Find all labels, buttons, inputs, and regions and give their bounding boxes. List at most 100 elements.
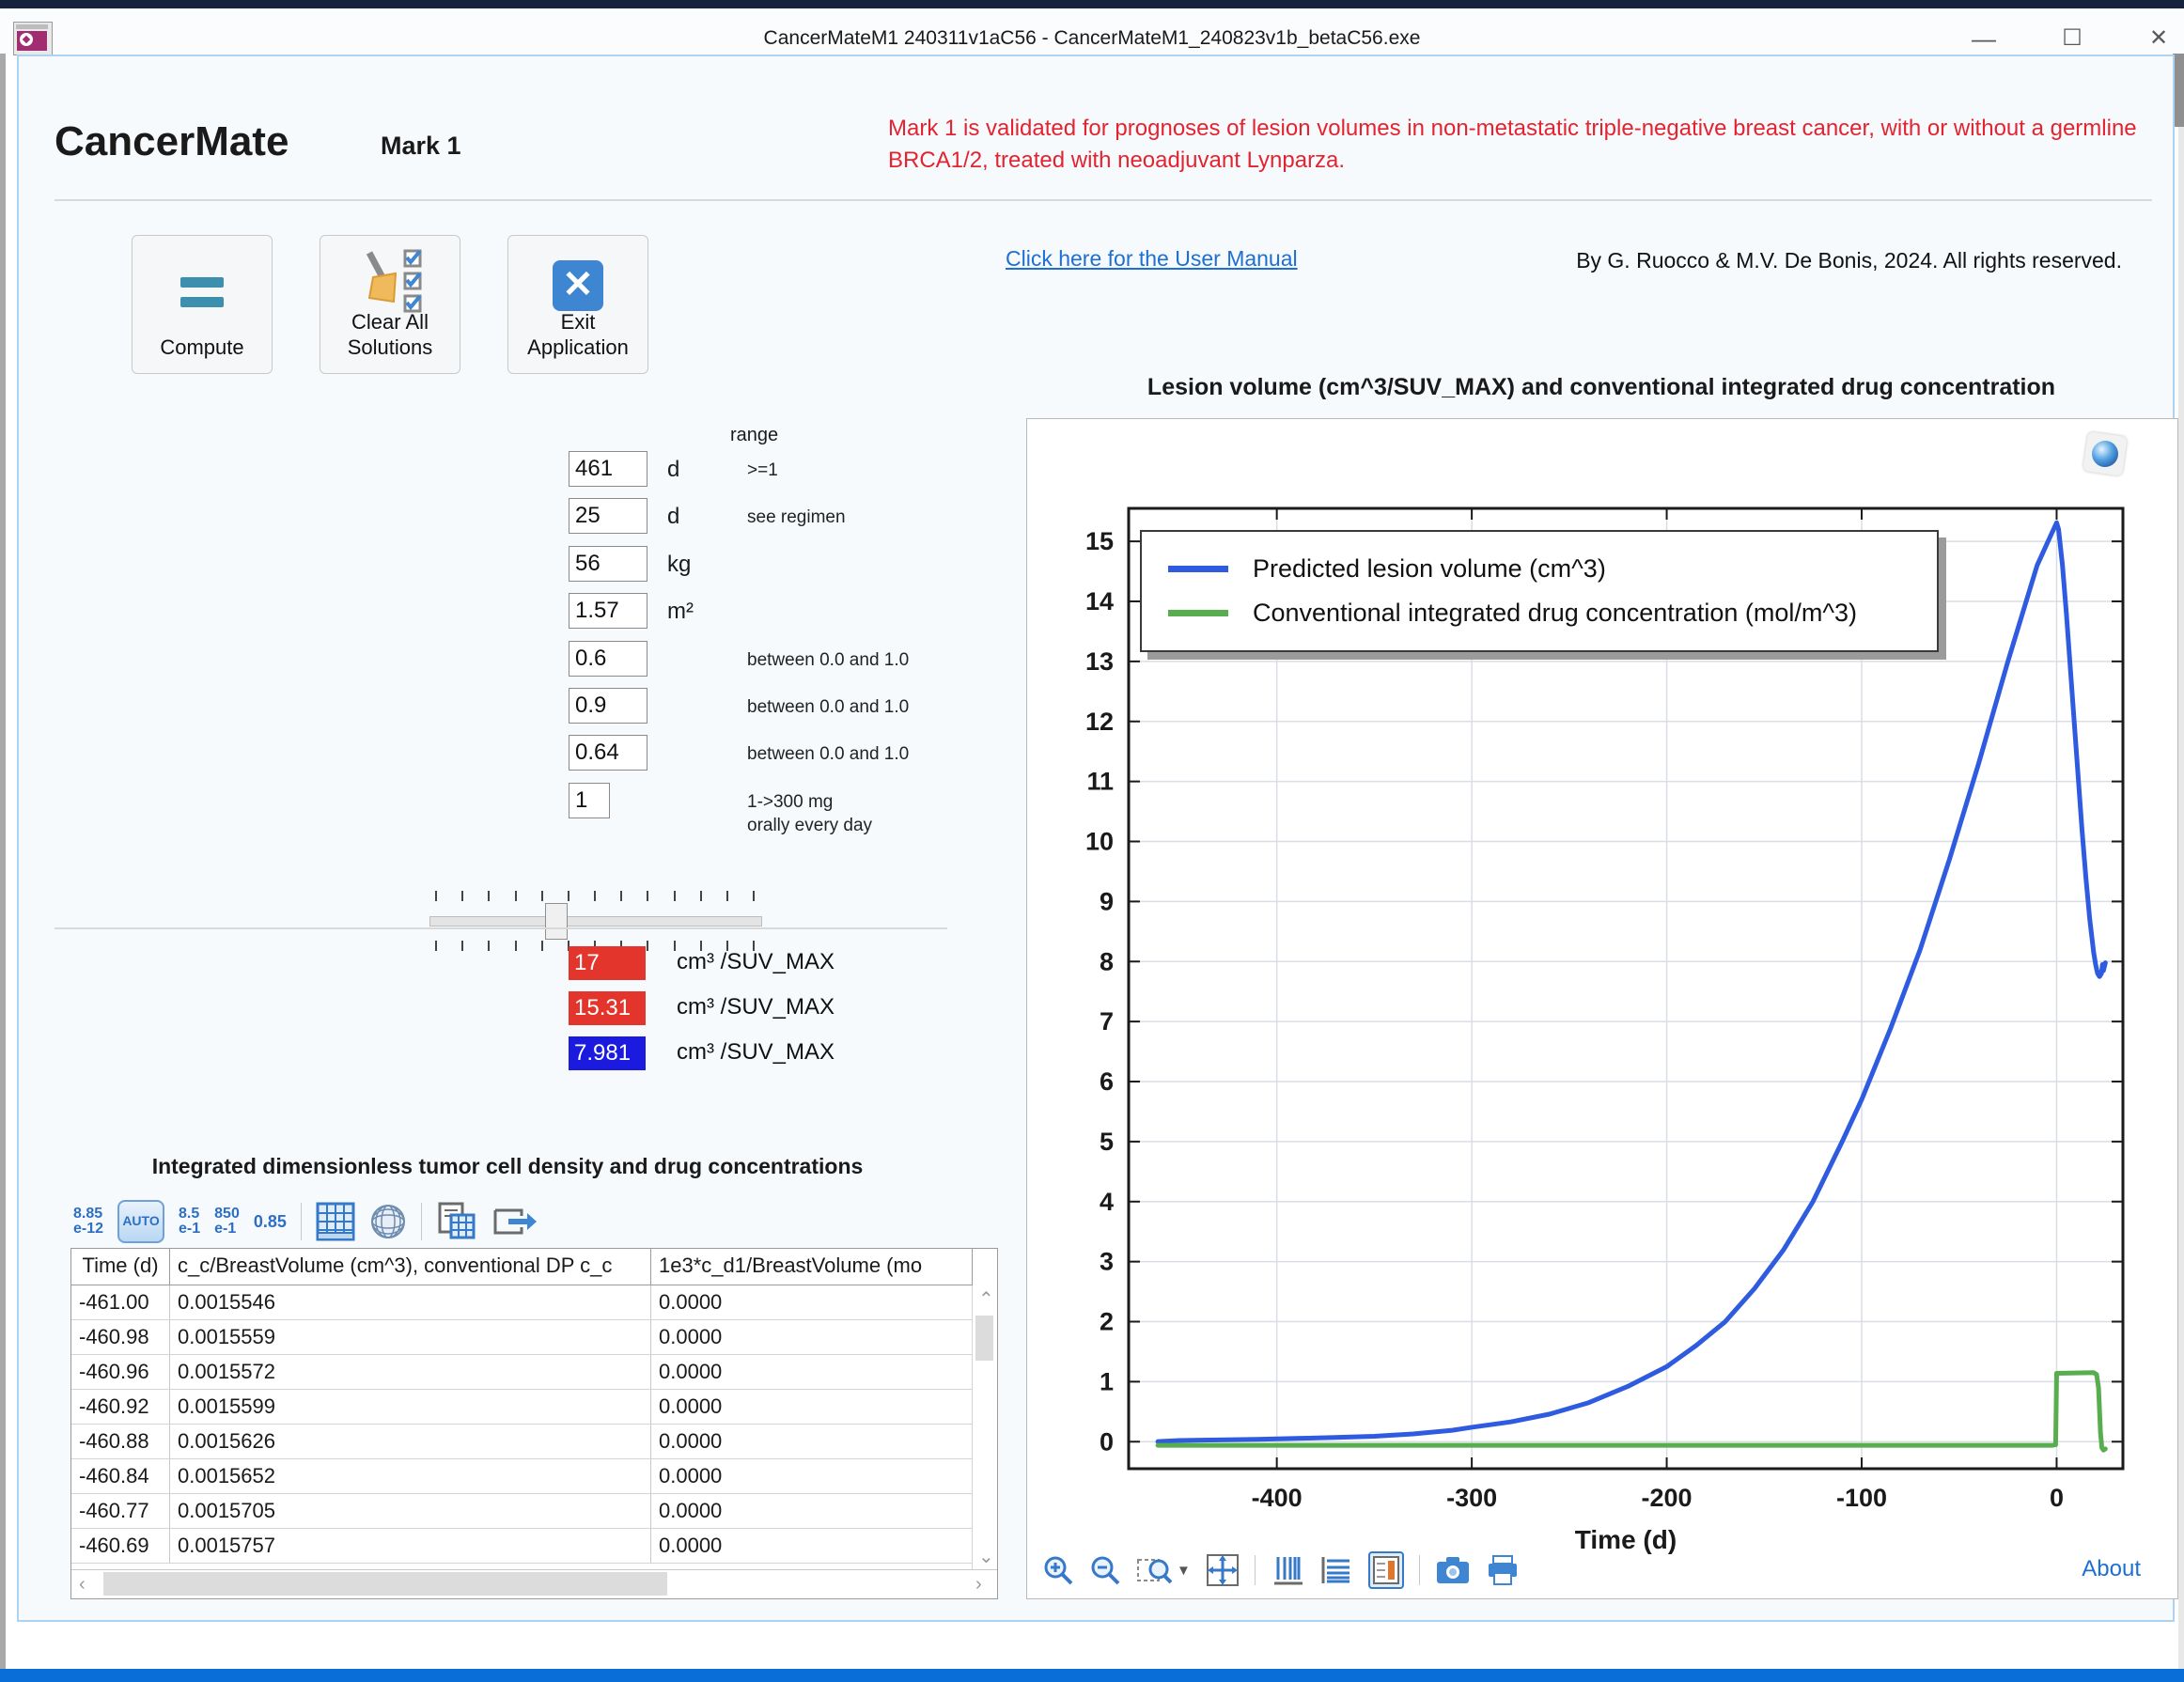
table-cell[interactable]: -461.00 <box>71 1285 170 1320</box>
dose-slider[interactable] <box>429 891 760 951</box>
toolbar-separator <box>1255 1555 1256 1585</box>
user-manual-link[interactable]: Click here for the User Manual <box>1006 246 1298 272</box>
minimize-button[interactable]: — <box>1970 29 1998 52</box>
zoom-extents-icon[interactable] <box>1206 1553 1240 1587</box>
table-vertical-scrollbar[interactable]: ⌃ ⌄ <box>972 1285 997 1570</box>
app-window: CancerMateM1 240311v1aC56 - CancerMateM1… <box>0 0 2184 1682</box>
field-input[interactable] <box>569 783 610 818</box>
table-column-header[interactable]: Time (d) <box>71 1249 170 1285</box>
compute-button[interactable]: Compute <box>132 235 273 374</box>
table-cell[interactable]: 0.0000 <box>651 1529 973 1564</box>
precision-display-4[interactable]: 0.85 <box>254 1214 287 1229</box>
table-hscroll-thumb[interactable] <box>103 1572 667 1596</box>
toolbar-separator <box>1419 1555 1420 1585</box>
table-cell[interactable]: 0.0000 <box>651 1425 973 1459</box>
field-unit: d <box>667 457 679 483</box>
field-input[interactable] <box>569 593 647 629</box>
scroll-down-icon[interactable]: ⌄ <box>978 1545 994 1568</box>
slider-track[interactable] <box>429 916 762 927</box>
window-title: CancerMateM1 240311v1aC56 - CancerMateM1… <box>0 27 2184 50</box>
legend-entry: Predicted lesion volume (cm^3) <box>1168 547 1937 591</box>
table-cell[interactable]: 0.0015546 <box>170 1285 651 1320</box>
table-cell[interactable]: -460.96 <box>71 1355 170 1390</box>
field-input[interactable] <box>569 451 647 487</box>
result-row: Predicted lesion volume (t=0):15.31cm³ /… <box>19 991 959 1027</box>
table-cell[interactable]: 0.0015652 <box>170 1459 651 1494</box>
result-value: 7.981 <box>569 1036 646 1070</box>
auto-precision-button[interactable]: AUTO <box>117 1200 164 1243</box>
table-cell[interactable]: 0.0000 <box>651 1285 973 1320</box>
table-cell[interactable]: 0.0015599 <box>170 1390 651 1425</box>
field-input[interactable] <box>569 641 647 677</box>
field-input[interactable] <box>569 688 647 724</box>
svg-text:14: 14 <box>1085 587 1114 615</box>
close-button[interactable]: ✕ <box>2145 29 2173 52</box>
precision-display-1[interactable]: 8.85e-12 <box>73 1207 103 1237</box>
x-axis-log-icon[interactable] <box>1271 1553 1304 1587</box>
table-cell[interactable]: 0.0000 <box>651 1494 973 1529</box>
table-cell[interactable]: -460.92 <box>71 1390 170 1425</box>
field-input[interactable] <box>569 498 647 534</box>
precision-display-2[interactable]: 8.5e-1 <box>179 1207 200 1237</box>
input-field-row: Baseline Ki67:between 0.0 and 1.0 <box>19 641 959 682</box>
legend-label: Conventional integrated drug concentrati… <box>1253 599 1857 628</box>
input-field-row: Baseline creatinine indicator:between 0.… <box>19 735 959 776</box>
table-cell[interactable]: 0.0015559 <box>170 1320 651 1355</box>
table-cell[interactable]: -460.98 <box>71 1320 170 1355</box>
table-cell[interactable]: 0.0015572 <box>170 1355 651 1390</box>
slider-thumb[interactable] <box>545 903 568 940</box>
zoom-box-icon[interactable] <box>1136 1554 1172 1586</box>
table-cell[interactable]: 0.0000 <box>651 1459 973 1494</box>
table-cell[interactable]: -460.77 <box>71 1494 170 1529</box>
table-cell[interactable]: 0.0015705 <box>170 1494 651 1529</box>
slider-ticks-top <box>435 891 755 902</box>
table-cell[interactable]: 0.0015757 <box>170 1529 651 1564</box>
field-input[interactable] <box>569 546 647 582</box>
maximize-button[interactable]: ☐ <box>2058 29 2086 52</box>
slider-tick <box>674 891 676 901</box>
y-axis-log-icon[interactable] <box>1319 1553 1353 1587</box>
window-right-scrollbar[interactable] <box>2178 54 2184 1682</box>
table-cell[interactable]: 0.0000 <box>651 1320 973 1355</box>
full-precision-table-icon[interactable] <box>316 1202 355 1241</box>
copy-table-icon[interactable] <box>436 1202 477 1241</box>
table-cell[interactable]: 0.0000 <box>651 1355 973 1390</box>
camera-snapshot-icon[interactable] <box>1435 1555 1471 1585</box>
slider-tick <box>568 891 569 901</box>
close-x-icon: ✕ <box>553 260 603 311</box>
field-input[interactable] <box>569 735 647 771</box>
scroll-right-icon[interactable]: › <box>975 1574 982 1596</box>
slider-tick <box>515 891 517 901</box>
legend-toggle-button[interactable] <box>1368 1551 1404 1589</box>
result-value: 15.31 <box>569 991 646 1025</box>
field-unit: d <box>667 504 679 530</box>
integrated-section-title: Integrated dimensionless tumor cell dens… <box>70 1154 944 1179</box>
zoom-dropdown-caret[interactable]: ▼ <box>1177 1563 1191 1579</box>
zoom-in-icon[interactable] <box>1042 1554 1074 1586</box>
table-cell[interactable]: 0.0015626 <box>170 1425 651 1459</box>
table-column-header[interactable]: c_c/BreastVolume (cm^3), conventional DP… <box>170 1249 651 1285</box>
export-table-icon[interactable] <box>491 1203 537 1240</box>
table-cell[interactable]: -460.84 <box>71 1459 170 1494</box>
svg-text:13: 13 <box>1085 647 1114 676</box>
sphere-icon[interactable] <box>369 1203 407 1240</box>
field-unit: m² <box>667 599 694 625</box>
about-link[interactable]: About <box>2082 1556 2141 1582</box>
precision-display-3[interactable]: 850e-1 <box>214 1207 240 1237</box>
table-cell[interactable]: -460.88 <box>71 1425 170 1459</box>
svg-text:15: 15 <box>1085 527 1114 555</box>
zoom-out-icon[interactable] <box>1089 1554 1121 1586</box>
toolbar-separator <box>301 1203 302 1240</box>
scroll-up-icon[interactable]: ⌃ <box>978 1287 994 1311</box>
input-field-row: Body Surface Area:m² <box>19 593 959 634</box>
exit-application-button[interactable]: ✕ Exit Application <box>507 235 648 374</box>
table-cell[interactable]: 0.0000 <box>651 1390 973 1425</box>
table-column-header[interactable]: 1e3*c_d1/BreastVolume (mo <box>651 1249 973 1285</box>
clear-all-solutions-button[interactable]: Clear All Solutions <box>320 235 460 374</box>
scroll-left-icon[interactable]: ‹ <box>79 1574 86 1596</box>
table-cell[interactable]: -460.69 <box>71 1529 170 1564</box>
print-icon[interactable] <box>1486 1554 1520 1586</box>
table-horizontal-scrollbar[interactable]: ‹ › <box>71 1569 997 1598</box>
slider-tick <box>594 891 596 901</box>
table-vscroll-thumb[interactable] <box>975 1316 993 1361</box>
